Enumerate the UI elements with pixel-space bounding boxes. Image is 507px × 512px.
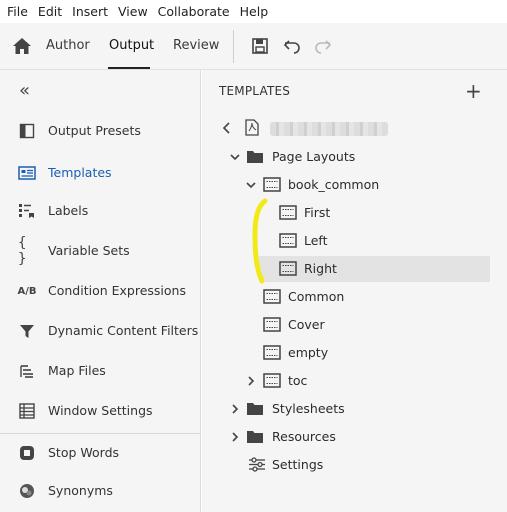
menu-collaborate[interactable]: Collaborate (158, 4, 230, 19)
chevron-down-icon[interactable] (245, 179, 257, 191)
tree-item-stylesheets[interactable]: Stylesheets (202, 396, 507, 422)
sidebar-item-stop-words[interactable]: Stop Words (0, 438, 200, 468)
tree-item-settings[interactable]: Settings (202, 452, 507, 478)
tab-author[interactable]: Author (46, 38, 90, 53)
folder-icon (247, 403, 263, 415)
tab-review[interactable]: Review (173, 38, 219, 53)
tree-item-label: Page Layouts (272, 149, 356, 164)
sidebar-item-synonyms[interactable]: Synonyms (0, 476, 200, 506)
sidebar-item-label: Condition Expressions (48, 283, 186, 298)
menu-help[interactable]: Help (240, 4, 269, 19)
redo-icon[interactable] (314, 37, 332, 55)
output-presets-icon (18, 122, 36, 140)
menu-file[interactable]: File (7, 4, 28, 19)
tree-item-label: Stylesheets (272, 401, 345, 416)
chevron-right-icon[interactable] (229, 431, 241, 443)
toolbar-divider (233, 30, 234, 63)
layout-icon (279, 205, 297, 220)
tree-item-label: Left (304, 233, 328, 248)
tree-item-label: Right (304, 261, 337, 276)
sidebar-item-templates[interactable]: Templates (0, 158, 200, 188)
map-files-icon (18, 362, 36, 380)
tree-item-page-layouts[interactable]: Page Layouts (202, 144, 507, 170)
tree-item-label: toc (288, 373, 308, 388)
back-chevron-icon[interactable] (222, 122, 232, 134)
tree-item-cover[interactable]: Cover (202, 312, 507, 338)
menu-insert[interactable]: Insert (72, 4, 108, 19)
layout-icon (263, 317, 281, 332)
redacted-template-name (270, 122, 388, 136)
labels-icon (18, 202, 36, 220)
chevron-right-icon[interactable] (245, 375, 257, 387)
layout-icon (279, 261, 297, 276)
menu-edit[interactable]: Edit (38, 4, 62, 19)
ab-icon: A/B (17, 285, 37, 297)
layout-icon (263, 373, 281, 388)
left-panel: « Output Presets Templates Labels { } Va… (0, 70, 201, 512)
sidebar-item-variable-sets[interactable]: { } Variable Sets (0, 235, 200, 267)
folder-icon (247, 431, 263, 443)
stop-words-icon (18, 444, 36, 462)
add-icon[interactable]: + (465, 79, 482, 103)
panel-title: TEMPLATES (219, 84, 291, 98)
layout-icon (263, 177, 281, 192)
sidebar-item-label: Labels (48, 203, 89, 218)
sidebar-item-labels[interactable]: Labels (0, 196, 200, 226)
tree-item-label: book_common (288, 177, 380, 192)
templates-icon (18, 164, 36, 182)
sidebar-item-label: Window Settings (48, 403, 153, 418)
sidebar-item-label: Output Presets (48, 123, 141, 138)
templates-panel: TEMPLATES + Page Layouts book_common Fir… (202, 70, 507, 512)
tree-item-toc[interactable]: toc (202, 368, 507, 394)
folder-icon (247, 151, 263, 163)
home-icon[interactable] (12, 37, 32, 55)
tree-item-label: Settings (272, 457, 324, 472)
save-icon[interactable] (251, 37, 269, 55)
tree-item-common[interactable]: Common (202, 284, 507, 310)
settings-sliders-icon (249, 457, 265, 472)
sidebar-item-dynamic-content-filters[interactable]: Dynamic Content Filters (0, 316, 200, 346)
undo-icon[interactable] (283, 37, 301, 55)
active-tab-underline (108, 67, 150, 69)
sidebar-item-condition-expressions[interactable]: A/B Condition Expressions (0, 276, 200, 306)
tree-item-first[interactable]: First (202, 200, 507, 226)
toolbar: Author Output Review (0, 23, 507, 70)
sidebar-item-label: Templates (48, 165, 112, 180)
tree-item-label: empty (288, 345, 329, 360)
sidebar-item-label: Dynamic Content Filters (48, 323, 199, 338)
sidebar-item-label: Variable Sets (48, 243, 130, 258)
tree-item-left[interactable]: Left (202, 228, 507, 254)
layout-icon (279, 233, 297, 248)
sidebar-item-window-settings[interactable]: Window Settings (0, 396, 200, 426)
sidebar-item-label: Stop Words (48, 445, 120, 460)
tree-item-label: Common (288, 289, 345, 304)
layout-icon (263, 289, 281, 304)
tree-item-right[interactable]: Right (259, 256, 490, 282)
highlight-annotation (252, 198, 268, 284)
layout-icon (263, 345, 281, 360)
window-settings-icon (18, 402, 36, 420)
sidebar-item-map-files[interactable]: Map Files (0, 356, 200, 386)
sidebar-item-label: Map Files (48, 363, 106, 378)
menu-bar: File Edit Insert View Collaborate Help (0, 0, 507, 23)
sidebar-item-label: Synonyms (48, 483, 113, 498)
chevron-down-icon[interactable] (229, 151, 241, 163)
sidebar-item-output-presets[interactable]: Output Presets (0, 116, 200, 146)
chevron-right-icon[interactable] (229, 403, 241, 415)
tree-item-empty[interactable]: empty (202, 340, 507, 366)
tab-output[interactable]: Output (109, 38, 154, 53)
tree-item-label: Resources (272, 429, 336, 444)
tree-item-label: First (304, 205, 331, 220)
filter-icon (18, 322, 36, 340)
tree-item-label: Cover (288, 317, 325, 332)
synonyms-icon (18, 482, 36, 500)
sidebar-divider (0, 433, 200, 434)
variable-sets-icon: { } (18, 235, 27, 267)
collapse-panel-icon[interactable]: « (19, 80, 30, 101)
tree-item-book-common[interactable]: book_common (202, 172, 507, 198)
menu-view[interactable]: View (118, 4, 148, 19)
tree-item-resources[interactable]: Resources (202, 424, 507, 450)
pdf-icon (245, 119, 259, 136)
